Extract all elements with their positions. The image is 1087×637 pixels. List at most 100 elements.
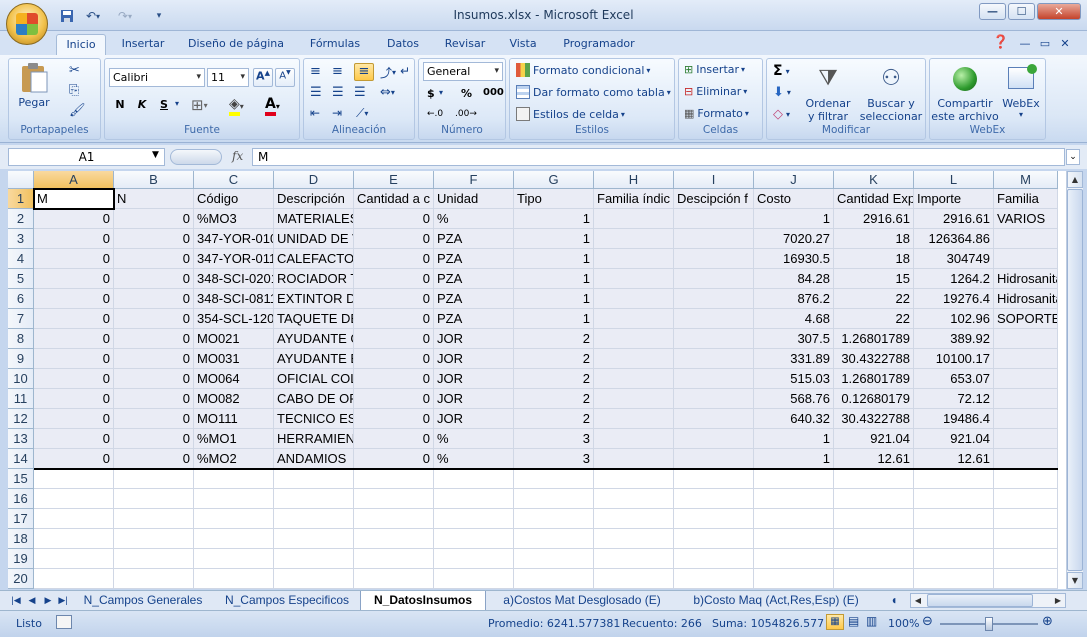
cell-m7[interactable]: SOPORTERI: [994, 309, 1058, 329]
cell-g11[interactable]: 2: [514, 389, 594, 409]
align-middle-icon[interactable]: ≡: [332, 64, 343, 79]
formula-bar-splitter[interactable]: [170, 149, 222, 165]
row-header-1[interactable]: 1: [8, 189, 34, 209]
cell-b18[interactable]: [114, 529, 194, 549]
cell-g3[interactable]: 1: [514, 229, 594, 249]
cell-a9[interactable]: 0: [34, 349, 114, 369]
sheet-tab-campos-especificos[interactable]: N_Campos Especificos: [218, 591, 356, 610]
italic-button[interactable]: K: [133, 98, 151, 111]
cell-d1[interactable]: Descripción: [274, 189, 354, 209]
cell-j8[interactable]: 307.5: [754, 329, 834, 349]
cell-b20[interactable]: [114, 569, 194, 589]
cell-a17[interactable]: [34, 509, 114, 529]
conditional-format-button[interactable]: Formato condicional ▾: [516, 63, 650, 77]
sort-filter-button[interactable]: ⧩ Ordenar y filtrar: [803, 61, 853, 123]
cell-i1[interactable]: Descipción f: [674, 189, 754, 209]
cell-h13[interactable]: [594, 429, 674, 449]
cell-h12[interactable]: [594, 409, 674, 429]
cell-f4[interactable]: PZA: [434, 249, 514, 269]
cell-d17[interactable]: [274, 509, 354, 529]
column-header-i[interactable]: I: [674, 171, 754, 189]
cell-d2[interactable]: MATERIALES: [274, 209, 354, 229]
cut-icon[interactable]: ✂: [69, 63, 80, 78]
cell-h15[interactable]: [594, 469, 674, 489]
cell-d3[interactable]: UNIDAD DE V: [274, 229, 354, 249]
row-header-5[interactable]: 5: [8, 269, 34, 289]
cell-a14[interactable]: 0: [34, 449, 114, 469]
cell-e1[interactable]: Cantidad a c: [354, 189, 434, 209]
tab-diseno-pagina[interactable]: Diseño de página: [182, 34, 290, 55]
tab-programador[interactable]: Programador: [556, 34, 642, 55]
cell-i5[interactable]: [674, 269, 754, 289]
cell-a7[interactable]: 0: [34, 309, 114, 329]
cell-l8[interactable]: 389.92: [914, 329, 994, 349]
cell-i8[interactable]: [674, 329, 754, 349]
cell-f20[interactable]: [434, 569, 514, 589]
cell-f19[interactable]: [434, 549, 514, 569]
last-sheet-icon[interactable]: ▶|: [56, 591, 70, 610]
cell-c10[interactable]: MO064: [194, 369, 274, 389]
cell-b9[interactable]: 0: [114, 349, 194, 369]
cell-b7[interactable]: 0: [114, 309, 194, 329]
name-box[interactable]: A1: [8, 148, 165, 166]
cell-e18[interactable]: [354, 529, 434, 549]
align-bottom-icon[interactable]: ≡: [354, 63, 374, 81]
formula-input[interactable]: M: [252, 148, 1065, 166]
cell-g19[interactable]: [514, 549, 594, 569]
cell-c3[interactable]: 347-YOR-010: [194, 229, 274, 249]
cell-g16[interactable]: [514, 489, 594, 509]
paste-button[interactable]: Pegar: [15, 62, 53, 120]
cell-k18[interactable]: [834, 529, 914, 549]
row-header-14[interactable]: 14: [8, 449, 34, 469]
cell-g9[interactable]: 2: [514, 349, 594, 369]
hscroll-left-arrow[interactable]: ◀: [911, 594, 925, 607]
cell-b15[interactable]: [114, 469, 194, 489]
cell-e3[interactable]: 0: [354, 229, 434, 249]
cell-h11[interactable]: [594, 389, 674, 409]
tab-datos[interactable]: Datos: [380, 34, 426, 55]
cell-k8[interactable]: 1.26801789: [834, 329, 914, 349]
column-header-j[interactable]: J: [754, 171, 834, 189]
cell-a8[interactable]: 0: [34, 329, 114, 349]
cell-j1[interactable]: Costo: [754, 189, 834, 209]
cell-a10[interactable]: 0: [34, 369, 114, 389]
wrap-text-icon[interactable]: ↵: [400, 64, 410, 78]
cell-j6[interactable]: 876.2: [754, 289, 834, 309]
sheet-tab-costo-maq[interactable]: b)Costo Maq (Act,Res,Esp) (E): [678, 591, 874, 610]
cell-f2[interactable]: %: [434, 209, 514, 229]
cell-a18[interactable]: [34, 529, 114, 549]
cell-d4[interactable]: CALEFACTOR: [274, 249, 354, 269]
cell-l15[interactable]: [914, 469, 994, 489]
underline-dropdown-icon[interactable]: ▾: [175, 99, 179, 108]
share-file-button[interactable]: Compartir este archivo: [931, 61, 999, 123]
cell-e17[interactable]: [354, 509, 434, 529]
cell-i2[interactable]: [674, 209, 754, 229]
cell-b2[interactable]: 0: [114, 209, 194, 229]
cell-g1[interactable]: Tipo: [514, 189, 594, 209]
hscroll-thumb[interactable]: [927, 594, 1033, 607]
cell-m1[interactable]: Familia: [994, 189, 1058, 209]
cell-a13[interactable]: 0: [34, 429, 114, 449]
cell-c16[interactable]: [194, 489, 274, 509]
row-header-6[interactable]: 6: [8, 289, 34, 309]
cell-j7[interactable]: 4.68: [754, 309, 834, 329]
row-header-13[interactable]: 13: [8, 429, 34, 449]
column-header-m[interactable]: M: [994, 171, 1058, 189]
cell-b1[interactable]: N: [114, 189, 194, 209]
cell-c1[interactable]: Código: [194, 189, 274, 209]
cell-g7[interactable]: 1: [514, 309, 594, 329]
cell-i18[interactable]: [674, 529, 754, 549]
cell-h2[interactable]: [594, 209, 674, 229]
cell-e11[interactable]: 0: [354, 389, 434, 409]
cell-h6[interactable]: [594, 289, 674, 309]
cell-k4[interactable]: 18: [834, 249, 914, 269]
cell-e20[interactable]: [354, 569, 434, 589]
cell-j2[interactable]: 1: [754, 209, 834, 229]
cell-i13[interactable]: [674, 429, 754, 449]
cell-g13[interactable]: 3: [514, 429, 594, 449]
row-header-7[interactable]: 7: [8, 309, 34, 329]
cell-m9[interactable]: [994, 349, 1058, 369]
cell-f8[interactable]: JOR: [434, 329, 514, 349]
cell-g5[interactable]: 1: [514, 269, 594, 289]
column-header-k[interactable]: K: [834, 171, 914, 189]
